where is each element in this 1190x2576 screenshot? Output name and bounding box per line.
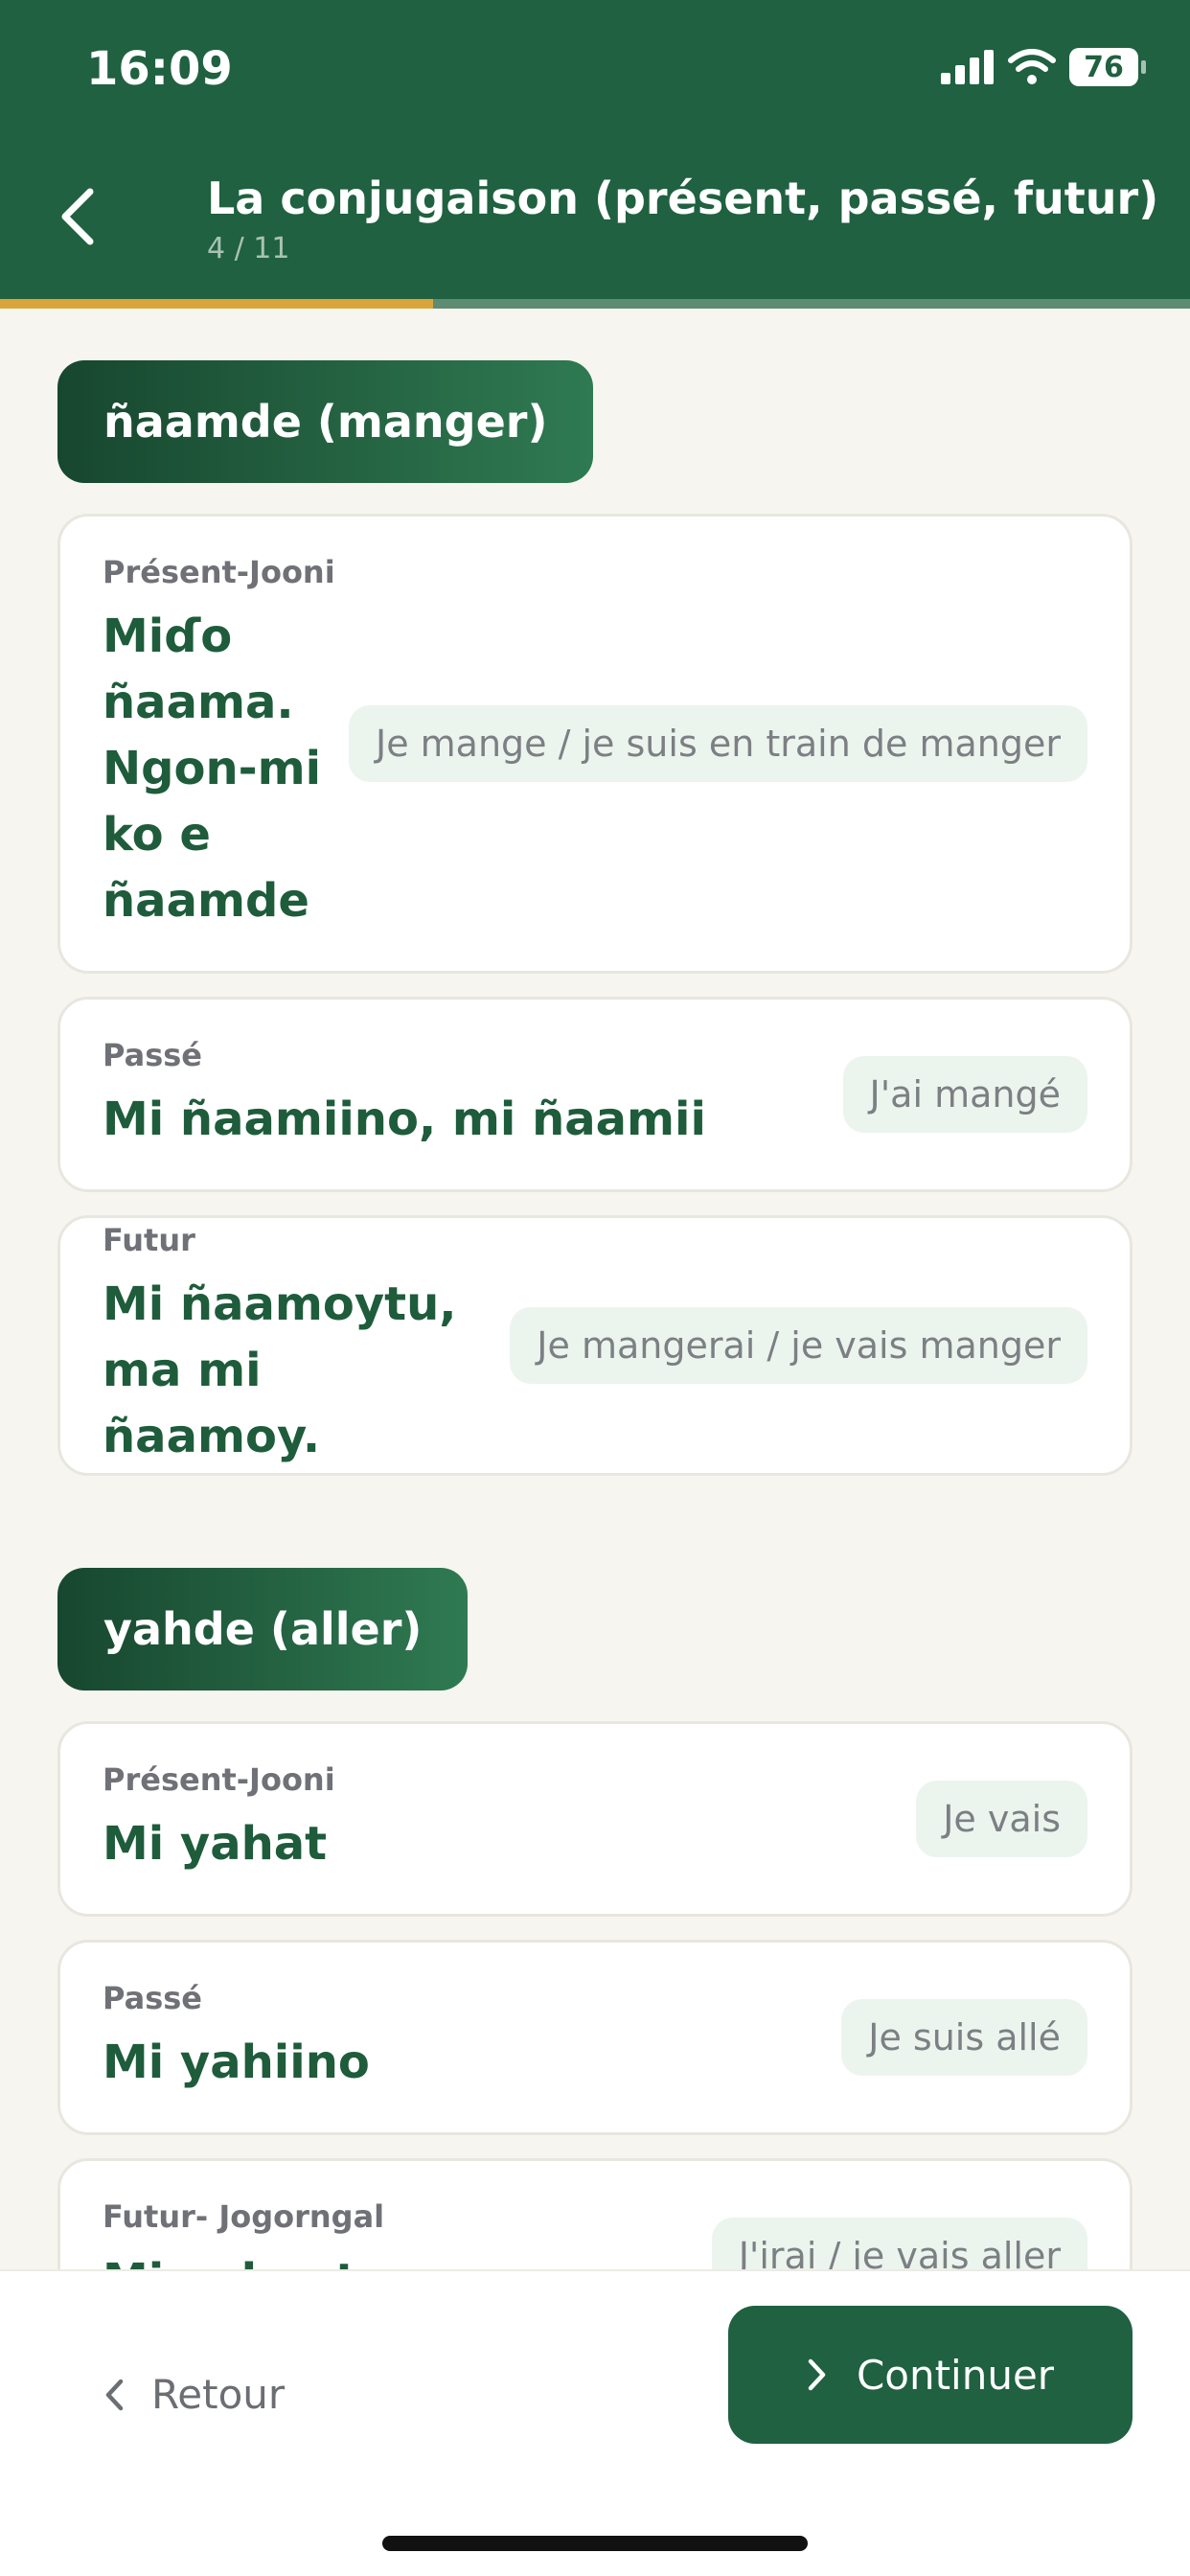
- wifi-icon: [1008, 49, 1056, 84]
- lesson-content[interactable]: ñaamde (manger) Présent-Jooni Miɗo ñaama…: [0, 309, 1190, 2269]
- translation-chip: Je suis allé: [841, 1999, 1087, 2076]
- chevron-left-icon: [105, 2379, 124, 2410]
- conjugation-card: Passé Mi yahiino Je suis allé: [57, 1940, 1133, 2135]
- progress-bar: [0, 299, 1190, 309]
- chevron-left-icon: [61, 188, 94, 245]
- chevron-right-icon: [808, 2358, 826, 2391]
- battery-level: 76: [1084, 50, 1124, 84]
- conjugation-card: Futur Mi ñaamoytu, ma mi ñaamoy. Je mang…: [57, 1215, 1133, 1476]
- page-title: La conjugaison (présent, passé, futur): [207, 172, 1159, 224]
- tense-label: Présent-Jooni: [103, 1760, 335, 1798]
- continue-button[interactable]: Continuer: [728, 2306, 1133, 2444]
- signal-icon: [941, 50, 994, 84]
- header: 16:09 76 La conjugaison (présent, passé,…: [0, 0, 1190, 299]
- tense-label: Futur- Jogorngal: [103, 2197, 385, 2235]
- lesson-screen: 16:09 76 La conjugaison (présent, passé,…: [0, 0, 1190, 2576]
- status-time: 16:09: [86, 42, 233, 96]
- conjugation-card: Présent-Jooni Miɗo ñaama. Ngon-mi ko e ñ…: [57, 514, 1133, 974]
- translation-chip: Je mange / je suis en train de manger: [348, 705, 1087, 782]
- continue-label: Continuer: [856, 2351, 1055, 2399]
- back-button[interactable]: [57, 182, 107, 251]
- tense-label: Présent-Jooni: [103, 553, 335, 590]
- battery-icon: 76: [1069, 48, 1146, 86]
- verb-header: yahde (aller): [57, 1568, 469, 1690]
- status-icons: 76: [941, 48, 1146, 86]
- fulfulde-sentence: Mi yahoytu: [103, 2248, 390, 2270]
- verb-header: ñaamde (manger): [57, 360, 594, 483]
- tense-label: Passé: [103, 1036, 202, 1073]
- fulfulde-sentence: Mi yahat: [103, 1816, 328, 1871]
- translation-chip: J'ai mangé: [842, 1056, 1087, 1133]
- home-indicator: [382, 2536, 808, 2551]
- tense-label: Futur: [103, 1221, 195, 1258]
- bottom-bar: Retour Continuer: [0, 2269, 1190, 2576]
- translation-chip: Je vais: [916, 1781, 1087, 1857]
- conjugation-card: Passé Mi ñaamiino, mi ñaamii J'ai mangé: [57, 997, 1133, 1192]
- retour-label: Retour: [151, 2371, 286, 2418]
- tense-label: Passé: [103, 1979, 202, 2016]
- conjugation-card: Futur- Jogorngal Mi yahoytu J'irai / je …: [57, 2158, 1133, 2269]
- progress-text: 4 / 11: [207, 232, 290, 265]
- translation-chip: Je mangerai / je vais manger: [510, 1307, 1087, 1384]
- fulfulde-sentence: Mi ñaamoytu, ma mi ñaamoy.: [103, 1276, 457, 1463]
- fulfulde-sentence: Mi yahiino: [103, 2035, 370, 2089]
- fulfulde-sentence: Miɗo ñaama. Ngon-mi ko e ñaamde: [103, 609, 322, 928]
- conjugation-card: Présent-Jooni Mi yahat Je vais: [57, 1721, 1133, 1917]
- fulfulde-sentence: Mi ñaamiino, mi ñaamii: [103, 1092, 706, 1146]
- progress-fill: [0, 299, 433, 309]
- translation-chip: J'irai / je vais aller: [711, 2218, 1087, 2269]
- retour-button[interactable]: Retour: [103, 2371, 285, 2418]
